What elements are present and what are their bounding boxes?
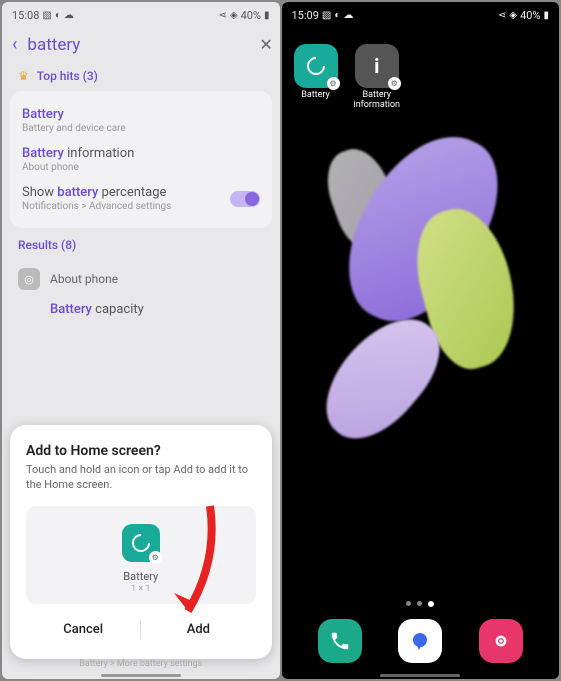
phone-app-icon[interactable] [318,619,362,663]
notif-icon: ☁ [343,10,353,21]
battery-icon: ▮ [264,10,270,21]
result-battery[interactable]: Battery Battery and device care [18,101,264,140]
notif-icon: ◐ [334,10,340,21]
cancel-button[interactable]: Cancel [26,614,140,645]
gear-badge-icon: ⚙ [327,77,340,90]
toggle-switch[interactable] [230,191,260,207]
notif-icon: ◐ [55,10,61,21]
result-battery-pct[interactable]: Show battery percentage Notifications > … [18,179,264,218]
dock [282,619,560,663]
battery-app-icon: ⚙ [294,44,338,88]
gear-badge-icon: ⚙ [388,77,401,90]
notif-icon: ☁ [64,10,74,21]
camera-app-icon[interactable] [479,619,523,663]
results-header: Results (8) [2,228,280,262]
preview-name: Battery [123,570,158,583]
modal-title: Add to Home screen? [26,443,256,459]
search-input[interactable] [27,35,249,55]
page-indicator[interactable] [282,601,560,607]
battery-pct: 40% [241,9,261,22]
icon-preview[interactable]: ⚙ Battery 1 × 1 [26,506,256,604]
settings-icon: ◎ [18,268,40,290]
clear-icon[interactable]: ✕ [259,35,272,54]
clock: 15:09 [292,9,319,22]
wallpaper [282,28,560,679]
page-dot [406,601,411,606]
top-hits-header: ♛ Top hits (3) [2,61,280,91]
result-battery-capacity[interactable]: Battery capacity [2,296,280,323]
add-to-home-modal: Add to Home screen? Touch and hold an ic… [10,425,272,659]
status-bar: 15:09 ▧ ◐ ☁ ⋖ ◈ 40% ▮ [282,2,560,28]
crown-icon: ♛ [18,69,29,83]
nav-bar[interactable] [101,674,181,677]
wifi-icon: ⋖ [218,10,226,21]
home-screen: 15:09 ▧ ◐ ☁ ⋖ ◈ 40% ▮ ⚙ Battery i [282,2,560,679]
modal-text: Touch and hold an icon or tap Add to add… [26,463,256,492]
messages-app-icon[interactable] [398,619,442,663]
preview-size: 1 × 1 [131,584,150,594]
wifi-icon: ◈ [230,10,238,21]
wifi-icon: ◈ [509,10,517,21]
notif-icon: ▧ [322,10,331,21]
top-hits-label: Top hits (3) [37,69,98,83]
battery-icon: ▮ [543,10,549,21]
page-dot-active [428,601,434,607]
gear-badge-icon: ⚙ [149,551,162,564]
notif-icon: ▧ [42,10,51,21]
settings-screen: 15:08 ▧ ◐ ☁ ⋖ ◈ 40% ▮ ‹ ✕ ⋮ ♛ Top hits (… [2,2,280,679]
battery-app-icon: ⚙ [122,524,160,562]
add-button[interactable]: Add [141,614,255,645]
back-icon[interactable]: ‹ [12,34,17,55]
results-group[interactable]: ◎ About phone [2,262,280,296]
faded-result: Battery > More battery settings [2,659,280,669]
status-bar: 15:08 ▧ ◐ ☁ ⋖ ◈ 40% ▮ [2,2,280,28]
battery-info-app-icon: i ⚙ [355,44,399,88]
clock: 15:08 [12,9,39,22]
nav-bar[interactable] [380,674,460,677]
battery-pct: 40% [520,9,540,22]
top-hits-card: Battery Battery and device care Battery … [10,91,272,228]
search-bar: ‹ ✕ ⋮ [2,28,280,61]
wifi-icon: ⋖ [498,10,506,21]
result-battery-info[interactable]: Battery information About phone [18,140,264,179]
page-dot [417,601,422,606]
